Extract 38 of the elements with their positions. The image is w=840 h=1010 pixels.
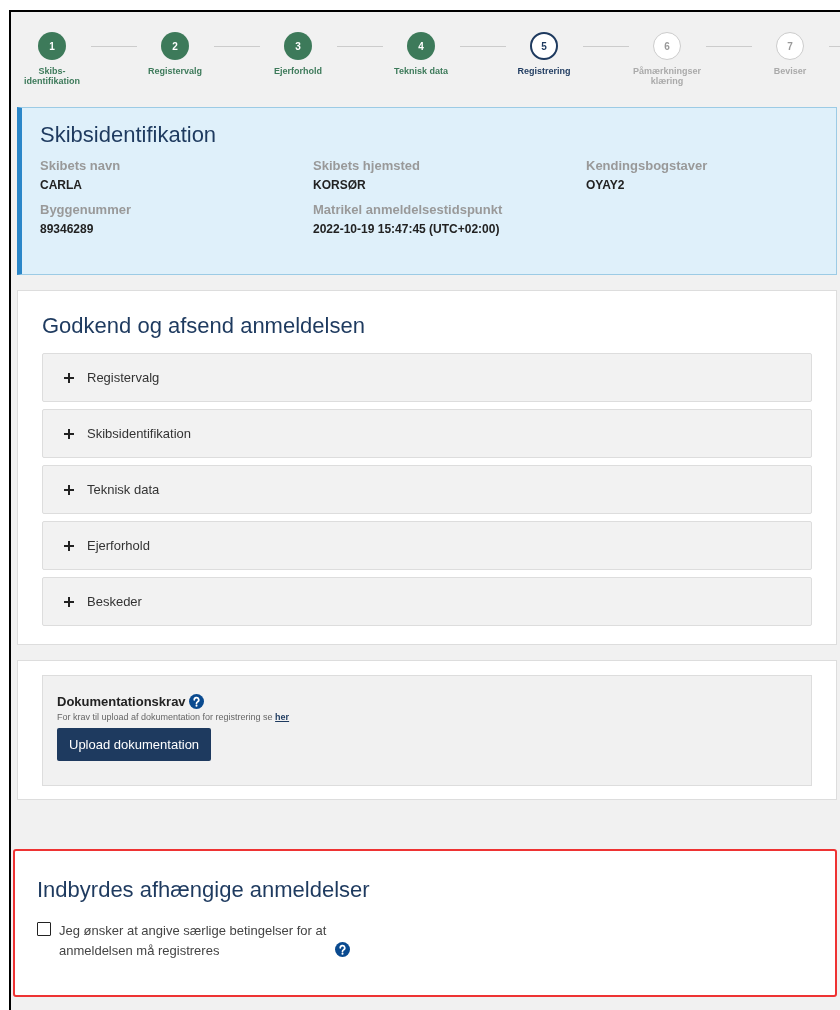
step-label: Påmærkningser klæring xyxy=(632,66,702,87)
field-value: OYAY2 xyxy=(586,178,626,192)
field-label: Skibets hjemsted xyxy=(313,158,421,173)
link[interactable]: her xyxy=(275,712,290,722)
checkbox-label: Jeg ønsker at angive særlige betingelser for at anmeldelsen må registreres xyxy=(59,922,328,960)
card-title: Skibsidentifikation xyxy=(40,122,218,148)
step-label: Registervalg xyxy=(147,66,203,77)
section-title: Dokumentationskrav xyxy=(57,694,186,709)
step-circle[interactable]: 3 xyxy=(284,32,312,60)
help-icon[interactable] xyxy=(188,694,204,709)
help-text: For krav til upload af dokumentation for registrering se her xyxy=(57,712,291,722)
step-circle[interactable]: 2 xyxy=(161,32,189,60)
step-circle[interactable]: 4 xyxy=(407,32,435,60)
step-label: Skibs-identifikation xyxy=(23,66,81,87)
step-label: Beviser xyxy=(772,66,808,77)
accordion-item[interactable]: Beskeder xyxy=(42,577,812,626)
step-label: Registrering xyxy=(516,66,572,77)
accordion-item[interactable]: Ejerforhold xyxy=(42,521,812,570)
upload-button[interactable]: Upload dokumentation xyxy=(57,728,212,761)
field-label: Matrikel anmeldelsestidspunkt xyxy=(313,202,504,217)
field-value: KORSØR xyxy=(313,178,367,192)
field-value: 2022-10-19 15:47:45 (UTC+02:00) xyxy=(313,222,501,236)
card-title: Indbyrdes afhængige anmeldelser xyxy=(37,877,371,903)
step-label: Ejerforhold xyxy=(273,66,323,77)
field-value: CARLA xyxy=(40,178,83,192)
field-label: Skibets navn xyxy=(40,158,122,173)
field-label: Byggenummer xyxy=(40,202,133,217)
help-icon[interactable] xyxy=(335,942,350,957)
step-circle[interactable]: 1 xyxy=(38,32,66,60)
card-title: Godkend og afsend anmeldelsen xyxy=(42,313,366,339)
step-label: Teknisk data xyxy=(393,66,449,77)
field-value: 89346289 xyxy=(40,222,95,236)
field-label: Kendingsbogstaver xyxy=(586,158,709,173)
accordion-item[interactable]: Teknisk data xyxy=(42,465,812,514)
accordion-item[interactable]: Skibsidentifikation xyxy=(42,409,812,458)
accordion-item[interactable]: Registervalg xyxy=(42,353,812,402)
checkbox[interactable] xyxy=(37,922,51,936)
step-circle[interactable]: 5 xyxy=(530,32,558,60)
